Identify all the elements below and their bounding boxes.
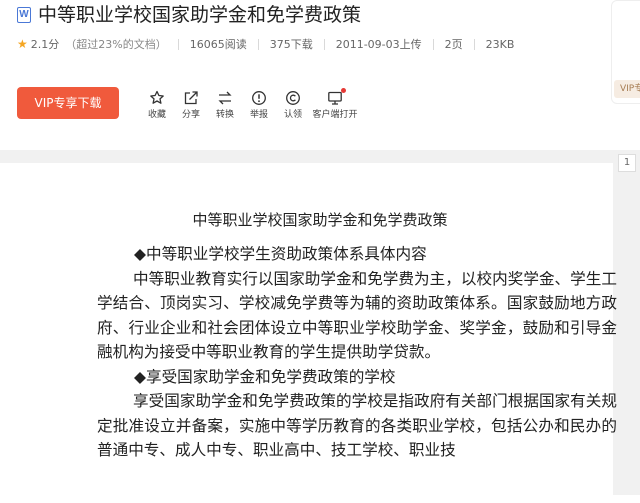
meta-divider [323, 38, 325, 50]
body-paragraph: 享受国家助学金和免学费政策的学校是指政府有关部门根据国家有关规定批准设立并备案，… [97, 392, 617, 459]
share-icon [184, 91, 198, 105]
action-label: 转换 [215, 110, 234, 120]
open-in-client-button[interactable]: 客户端打开 [310, 88, 360, 122]
action-label: 客户端打开 [312, 110, 358, 120]
page-count: 2页 [444, 38, 463, 51]
convert-icon [218, 91, 232, 105]
report-button[interactable]: 举报 [242, 88, 276, 122]
rating-star-icon: ★ [17, 37, 28, 51]
action-label: 分享 [181, 110, 200, 120]
document-heading: 中等职业学校国家助学金和免学费政策 [192, 211, 448, 229]
document-body: ◆中等职业学校学生资助政策体系具体内容 中等职业教育实行以国家助学金和免学费为主… [97, 242, 617, 463]
vip-download-button[interactable]: VIP专享下载 [17, 87, 119, 119]
share-button[interactable]: 分享 [174, 88, 208, 122]
meta-divider [432, 38, 434, 50]
upload-date: 2011-09-03上传 [335, 38, 422, 51]
rating-score: 2.1分 [30, 38, 60, 51]
meta-divider [257, 38, 259, 50]
report-icon [252, 91, 266, 105]
action-label: 认领 [283, 110, 302, 120]
document-title: 中等职业学校国家助学金和免学费政策 [38, 4, 362, 26]
file-size: 23KB [485, 37, 515, 51]
section-heading: ◆享受国家助学金和免学费政策的学校 [134, 367, 396, 386]
side-vip-button[interactable]: VIP专 [614, 80, 640, 98]
monitor-icon [328, 91, 342, 105]
download-count: 375下载 [269, 38, 313, 51]
notification-dot [341, 88, 346, 93]
convert-button[interactable]: 转换 [208, 88, 242, 122]
claim-button[interactable]: 认领 [276, 88, 310, 122]
meta-divider [473, 38, 475, 50]
star-icon [150, 90, 164, 104]
page-number-indicator: 1 [618, 154, 636, 172]
action-label: 举报 [249, 110, 268, 120]
read-count: 16065阅读 [189, 38, 247, 51]
action-toolbar: 收藏 分享 转换 举报 认领 客户端打开 [140, 88, 360, 122]
favorite-button[interactable]: 收藏 [140, 88, 174, 122]
action-label: 收藏 [147, 110, 166, 120]
rating-note: （超过23%的文档） [65, 38, 167, 51]
section-heading: ◆中等职业学校学生资助政策体系具体内容 [134, 245, 427, 263]
meta-divider [177, 38, 179, 50]
body-paragraph: 中等职业教育实行以国家助学金和免学费为主，以校内奖学金、学生工学结合、顶岗实习、… [97, 269, 617, 362]
word-doc-icon: W [17, 7, 31, 23]
copyright-icon [286, 91, 300, 105]
document-header: W 中等职业学校国家助学金和免学费政策 ★ 2.1分 （超过23%的文档） 16… [0, 0, 640, 150]
document-meta: ★ 2.1分 （超过23%的文档） 16065阅读 375下载 2011-09-… [17, 35, 514, 53]
